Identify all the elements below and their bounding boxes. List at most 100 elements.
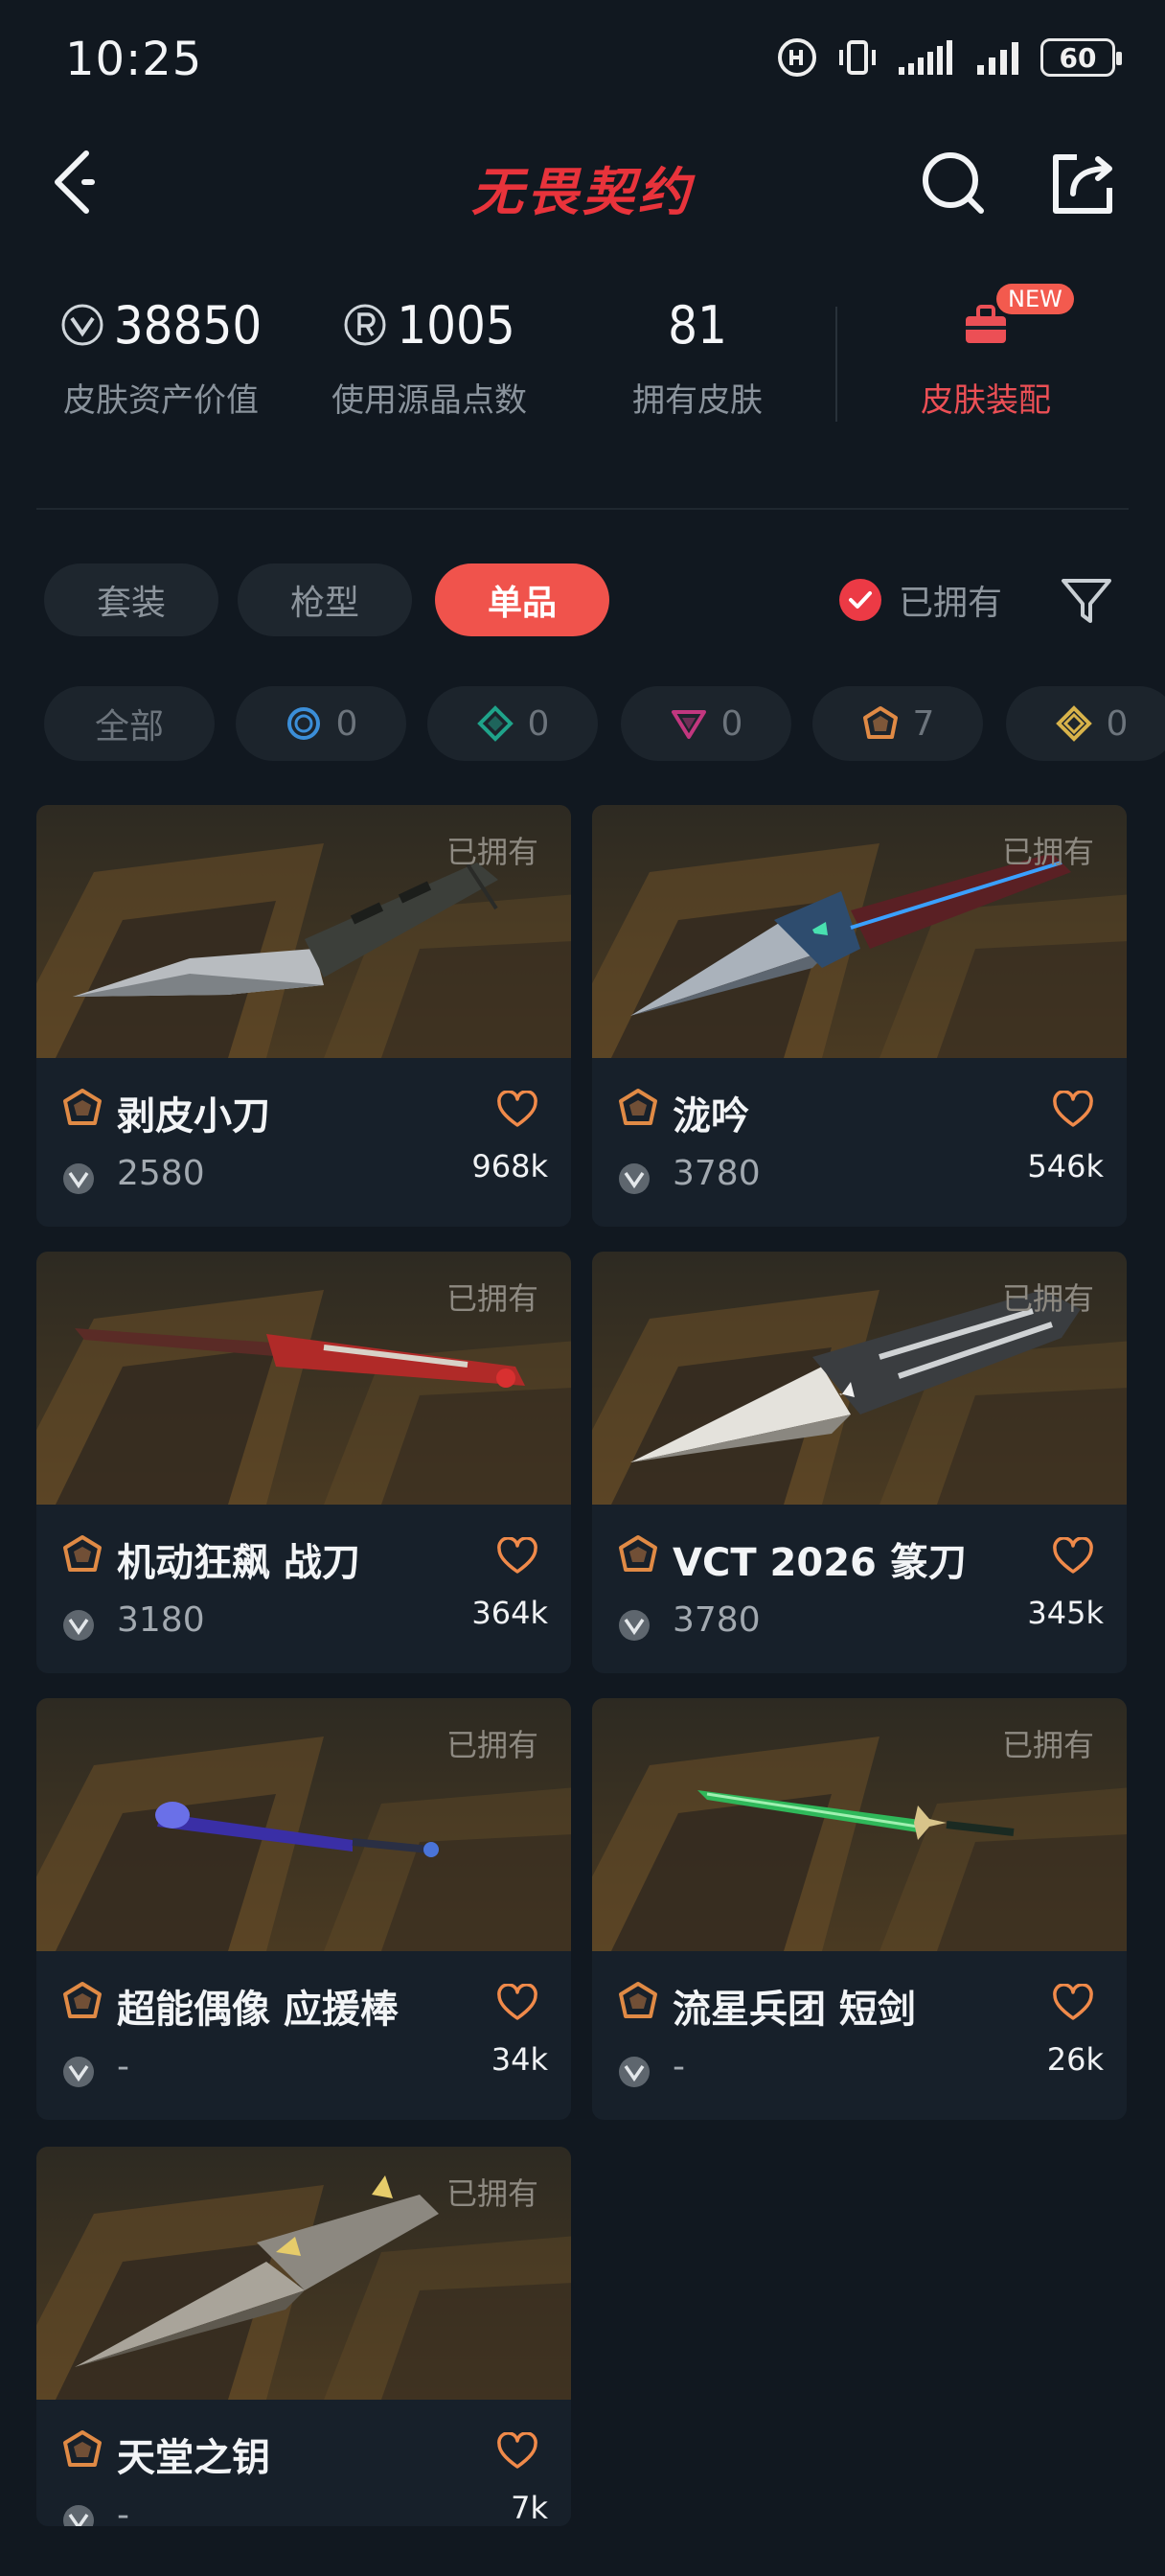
status-bar: 10:25 60	[0, 0, 1165, 115]
heart-icon[interactable]	[496, 1984, 538, 2022]
owned-tag: 已拥有	[445, 1727, 538, 1763]
owned-filter-label: 已拥有	[899, 584, 1003, 623]
skin-equip-label: 皮肤装配	[921, 381, 1051, 420]
skin-card[interactable]: 已拥有 机动狂飙 战刀 3180 364k	[36, 1252, 571, 1673]
skin-image: 已拥有	[36, 1252, 571, 1505]
exclusive-tier-icon	[61, 2428, 103, 2471]
like-count: 26k	[1046, 2041, 1104, 2078]
exclusive-tier-icon	[617, 1087, 659, 1129]
skin-image: 已拥有	[36, 805, 571, 1058]
tier-premium-count: 0	[720, 703, 743, 744]
skin-price: -	[673, 2047, 685, 2086]
skin-card[interactable]: 已拥有 剥皮小刀 2580 968k	[36, 805, 571, 1227]
search-button[interactable]	[916, 144, 989, 220]
stat-owned-skins-label: 拥有皮肤	[632, 381, 763, 420]
app-title-logo: 无畏契约	[471, 162, 694, 222]
radianite-icon	[344, 304, 386, 346]
tab-bundles[interactable]: 套装	[44, 564, 218, 636]
skin-price: 3780	[673, 1600, 761, 1640]
status-icons: 60	[776, 34, 1122, 80]
skin-name: VCT 2026 篆刀	[673, 1541, 967, 1585]
owned-tag: 已拥有	[445, 834, 538, 870]
tier-exclusive-count: 7	[912, 703, 935, 744]
skin-price: -	[117, 2047, 129, 2086]
ultra-tier-icon	[1055, 705, 1092, 742]
search-icon	[923, 152, 984, 214]
tier-all[interactable]: 全部	[44, 686, 215, 761]
like-count: 546k	[1027, 1148, 1104, 1184]
owned-tag: 已拥有	[445, 2175, 538, 2212]
exclusive-tier-icon	[617, 1980, 659, 2022]
skin-image: 已拥有	[36, 1698, 571, 1951]
tier-ultra[interactable]: 0	[1006, 686, 1165, 761]
exclusive-tier-icon	[862, 706, 898, 739]
nav-bar: 无畏契约	[0, 125, 1165, 240]
share-button[interactable]	[1044, 144, 1121, 220]
signal-sim2-icon	[977, 42, 1018, 75]
stat-asset-value-label: 皮肤资产价值	[63, 381, 259, 420]
stats-summary: 38850 皮肤资产价值 1005 使用源晶点数 81 拥有皮肤 NEW 皮肤装…	[0, 284, 1165, 460]
heart-icon[interactable]	[1052, 1091, 1094, 1129]
vp-currency-icon	[61, 2055, 96, 2089]
tier-ultra-count: 0	[1106, 703, 1129, 744]
share-icon	[1053, 154, 1112, 214]
skin-price: 3180	[117, 1600, 205, 1640]
vp-currency-icon	[61, 304, 103, 346]
heart-icon[interactable]	[496, 1537, 538, 1576]
heart-icon[interactable]	[1052, 1984, 1094, 2022]
battery-indicator: 60	[1040, 38, 1122, 77]
stat-asset-value: 38850 皮肤资产价值	[36, 288, 286, 421]
skin-image: 已拥有	[592, 1698, 1127, 1951]
vp-currency-icon	[61, 1162, 96, 1196]
vp-currency-icon	[617, 1162, 651, 1196]
skin-card[interactable]: 已拥有 流星兵团 短剑 - 26k	[592, 1698, 1127, 2120]
skin-card[interactable]: 已拥有 泷吟 3780 546k	[592, 805, 1127, 1227]
owned-tag: 已拥有	[445, 1280, 538, 1317]
skin-card[interactable]: 已拥有 天堂之钥 - 7k	[36, 2147, 571, 2526]
tier-select-count: 0	[335, 703, 358, 744]
owned-tag: 已拥有	[1001, 1280, 1094, 1317]
vibrate-icon	[839, 40, 876, 75]
vp-currency-icon	[617, 2055, 651, 2089]
owned-filter-toggle[interactable]: 已拥有	[839, 571, 1002, 629]
stat-radianite-label: 使用源晶点数	[331, 381, 527, 420]
stat-radianite-number: 1005	[397, 294, 515, 356]
skin-image: 已拥有	[36, 2147, 571, 2400]
vp-currency-icon	[617, 1608, 651, 1643]
like-count: 968k	[471, 1148, 548, 1184]
heart-icon[interactable]	[496, 2432, 538, 2471]
like-count: 7k	[511, 2490, 548, 2526]
signal-sim1-icon	[899, 40, 952, 75]
tier-all-label: 全部	[94, 707, 164, 747]
owned-tag: 已拥有	[1001, 1727, 1094, 1763]
filter-button[interactable]	[1058, 569, 1115, 631]
tab-single-items[interactable]: 单品	[435, 564, 609, 636]
like-count: 34k	[491, 2041, 548, 2078]
skin-equip-button[interactable]: NEW 皮肤装配	[876, 284, 1096, 421]
hd-call-icon	[778, 38, 816, 77]
vp-currency-icon	[61, 2503, 96, 2526]
filter-funnel-icon	[1062, 579, 1111, 623]
exclusive-tier-icon	[61, 1533, 103, 1576]
tier-exclusive[interactable]: 7	[812, 686, 983, 761]
heart-icon[interactable]	[496, 1091, 538, 1129]
tab-weapon-types[interactable]: 枪型	[238, 564, 412, 636]
skin-name: 泷吟	[673, 1094, 749, 1138]
tier-select[interactable]: 0	[236, 686, 406, 761]
heart-icon[interactable]	[1052, 1537, 1094, 1576]
skin-name: 机动狂飙 战刀	[117, 1541, 360, 1585]
skin-card[interactable]: 已拥有 超能偶像 应援棒 - 34k	[36, 1698, 571, 2120]
skin-price: 3780	[673, 1154, 761, 1193]
skin-name: 天堂之钥	[117, 2436, 270, 2480]
like-count: 364k	[471, 1595, 548, 1631]
category-tabs: 套装 枪型 单品 已拥有	[0, 560, 1165, 640]
skin-card[interactable]: 已拥有 VCT 2026 篆刀 3780 345k	[592, 1252, 1127, 1673]
skin-image: 已拥有	[592, 805, 1127, 1058]
skin-name: 超能偶像 应援棒	[117, 1988, 399, 2032]
skin-image: 已拥有	[592, 1252, 1127, 1505]
stat-owned-skins-number: 81	[668, 294, 727, 356]
new-badge: NEW	[996, 284, 1074, 314]
owned-tag: 已拥有	[1001, 834, 1094, 870]
tier-deluxe[interactable]: 0	[427, 686, 598, 761]
tier-premium[interactable]: 0	[621, 686, 791, 761]
